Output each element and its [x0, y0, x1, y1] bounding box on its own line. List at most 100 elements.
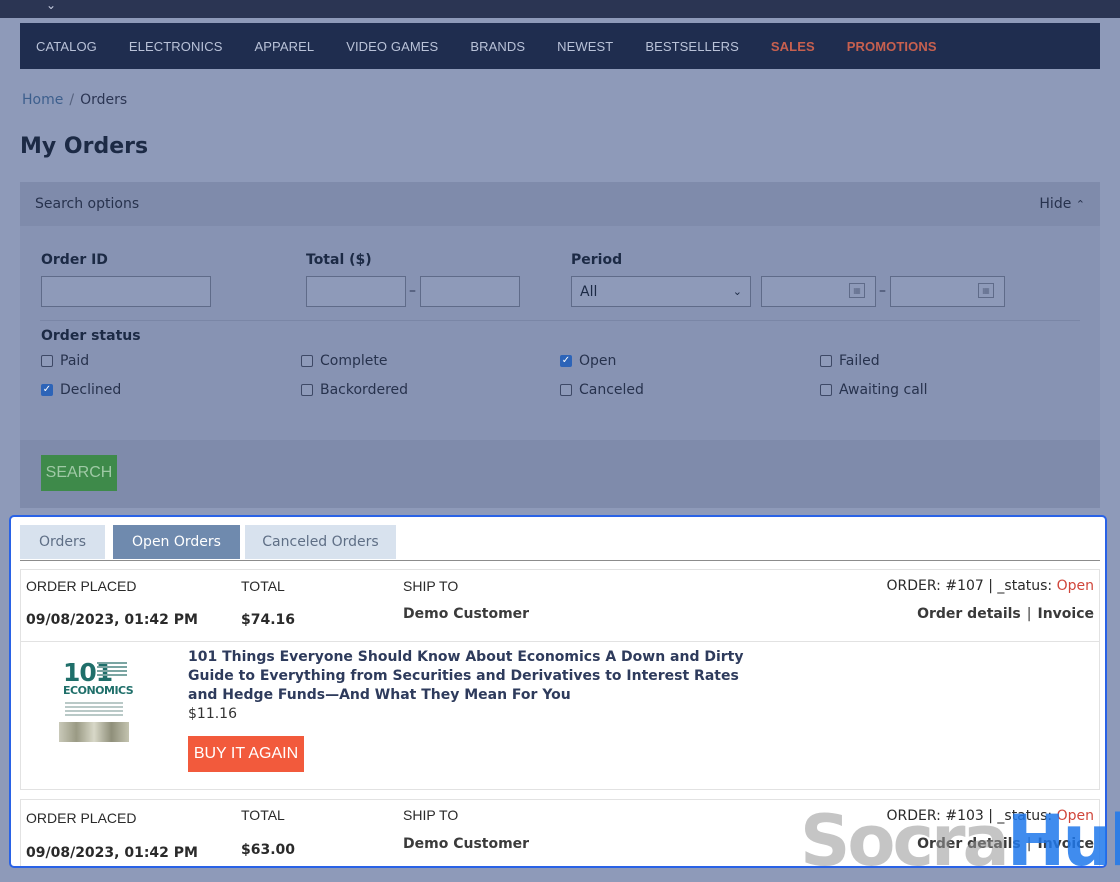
- status-canceled-checkbox[interactable]: Canceled: [560, 382, 644, 398]
- tab-canceled-orders[interactable]: Canceled Orders: [245, 525, 396, 559]
- nav-bestsellers[interactable]: BESTSELLERS: [645, 39, 739, 54]
- chevron-up-icon: ⌃: [1075, 198, 1085, 211]
- watermark-part-1: Socra: [800, 800, 1010, 882]
- chevron-down-icon: ⌄: [732, 285, 742, 298]
- order-total-label: TOTAL: [241, 807, 285, 823]
- period-selected-value: All: [580, 283, 598, 300]
- buy-it-again-button[interactable]: BUY IT AGAIN: [188, 736, 304, 772]
- checkbox-box[interactable]: [301, 384, 313, 396]
- status-badge: Open: [1056, 578, 1094, 594]
- ship-to-label: SHIP TO: [403, 807, 459, 823]
- order-id-input[interactable]: [41, 276, 211, 307]
- cover-word: ECONOMICS: [63, 684, 134, 697]
- order-card: ORDER PLACED 09/08/2023, 01:42 PM TOTAL …: [20, 569, 1100, 790]
- ship-to-value: Demo Customer: [403, 836, 530, 852]
- main-nav: CATALOG ELECTRONICS APPAREL VIDEO GAMES …: [20, 23, 1100, 69]
- status-open-label: Open: [579, 353, 617, 369]
- order-header: ORDER PLACED 09/08/2023, 01:42 PM TOTAL …: [21, 570, 1099, 641]
- order-placed-date: 09/08/2023, 01:42 PM: [26, 612, 198, 628]
- period-label: Period: [571, 252, 623, 268]
- cover-money-art: [59, 722, 129, 742]
- nav-apparel[interactable]: APPAREL: [254, 39, 314, 54]
- search-button[interactable]: SEARCH: [41, 455, 117, 491]
- checkbox-box[interactable]: [301, 355, 313, 367]
- breadcrumb: Home / Orders: [22, 92, 127, 108]
- total-range-dash: –: [409, 283, 416, 299]
- status-paid-checkbox[interactable]: Paid: [41, 353, 89, 369]
- status-complete-checkbox[interactable]: Complete: [301, 353, 387, 369]
- search-options-title: Search options: [35, 196, 140, 212]
- search-footer: SEARCH: [20, 440, 1100, 508]
- order-details-link[interactable]: Order details: [917, 606, 1021, 622]
- calendar-icon[interactable]: ▦: [849, 283, 865, 298]
- checkbox-box[interactable]: [560, 384, 572, 396]
- search-options-panel: Search options Hide ⌃ Order ID Total ($)…: [20, 182, 1100, 508]
- top-bar: ⌄: [0, 0, 1120, 18]
- checkbox-box[interactable]: [41, 355, 53, 367]
- calendar-icon[interactable]: ▦: [978, 283, 994, 298]
- divider: [40, 320, 1080, 321]
- total-max-input[interactable]: [420, 276, 520, 307]
- order-status-label: Order status: [41, 328, 141, 344]
- total-label: Total ($): [306, 252, 372, 268]
- status-complete-label: Complete: [320, 353, 388, 369]
- checkbox-box[interactable]: [820, 355, 832, 367]
- order-tabs: Orders Open Orders Canceled Orders: [20, 525, 1100, 561]
- status-declined-label: Declined: [60, 382, 122, 398]
- period-select[interactable]: All ⌄: [571, 276, 751, 307]
- nav-electronics[interactable]: ELECTRONICS: [129, 39, 223, 54]
- order-item: 101 ECONOMICS 101 Things Everyone Should…: [21, 641, 1099, 789]
- product-price: $11.16: [188, 706, 237, 722]
- period-range-dash: –: [879, 283, 886, 299]
- order-links: Order details | Invoice: [917, 606, 1094, 622]
- order-total-value: $74.16: [241, 612, 296, 628]
- nav-brands[interactable]: BRANDS: [470, 39, 525, 54]
- status-declined-checkbox[interactable]: ✓ Declined: [41, 382, 121, 398]
- status-open-checkbox[interactable]: ✓ Open: [560, 353, 616, 369]
- order-number: ORDER: #107 | _status:: [886, 578, 1057, 594]
- status-backordered-checkbox[interactable]: Backordered: [301, 382, 408, 398]
- total-min-input[interactable]: [306, 276, 406, 307]
- order-placed-label: ORDER PLACED: [26, 578, 137, 594]
- order-total-label: TOTAL: [241, 578, 285, 594]
- order-total-value: $63.00: [241, 842, 296, 858]
- order-placed-date: 09/08/2023, 01:42 PM: [26, 845, 198, 861]
- status-canceled-label: Canceled: [579, 382, 644, 398]
- checkbox-checked[interactable]: ✓: [41, 384, 53, 396]
- tab-orders[interactable]: Orders: [20, 525, 105, 559]
- nav-sales[interactable]: SALES: [771, 39, 815, 54]
- breadcrumb-current: Orders: [80, 92, 128, 108]
- checkbox-checked[interactable]: ✓: [560, 355, 572, 367]
- cover-text-lines: [65, 700, 123, 718]
- status-failed-label: Failed: [839, 353, 880, 369]
- cover-subtitle-lines: [97, 660, 127, 684]
- order-placed-label: ORDER PLACED: [26, 810, 137, 826]
- breadcrumb-home[interactable]: Home: [22, 92, 63, 108]
- tab-open-orders[interactable]: Open Orders: [113, 525, 240, 559]
- hide-toggle[interactable]: Hide ⌃: [1039, 196, 1085, 212]
- status-failed-checkbox[interactable]: Failed: [820, 353, 880, 369]
- breadcrumb-separator: /: [69, 92, 75, 108]
- ship-to-label: SHIP TO: [403, 578, 459, 594]
- page-title: My Orders: [20, 134, 149, 159]
- nav-promotions[interactable]: PROMOTIONS: [847, 39, 937, 54]
- status-awaiting-call-checkbox[interactable]: Awaiting call: [820, 382, 928, 398]
- nav-newest[interactable]: NEWEST: [557, 39, 613, 54]
- nav-video-games[interactable]: VIDEO GAMES: [346, 39, 438, 54]
- invoice-link[interactable]: Invoice: [1037, 606, 1094, 622]
- watermark-part-2: Hub: [1006, 800, 1120, 882]
- nav-catalog[interactable]: CATALOG: [36, 39, 97, 54]
- checkbox-box[interactable]: [820, 384, 832, 396]
- search-options-header: Search options Hide ⌃: [20, 182, 1100, 226]
- status-awaiting-call-label: Awaiting call: [839, 382, 928, 398]
- product-title-link[interactable]: 101 Things Everyone Should Know About Ec…: [188, 648, 768, 705]
- status-backordered-label: Backordered: [320, 382, 409, 398]
- order-id-label: Order ID: [41, 252, 108, 268]
- hide-label: Hide: [1039, 196, 1072, 212]
- status-paid-label: Paid: [60, 353, 90, 369]
- product-image[interactable]: 101 ECONOMICS: [59, 658, 134, 742]
- chevron-down-icon[interactable]: ⌄: [46, 0, 56, 12]
- order-number-status: ORDER: #107 | _status: Open: [887, 578, 1095, 594]
- socrahub-watermark-logo: SocraHub: [800, 806, 1120, 876]
- ship-to-value: Demo Customer: [403, 606, 530, 622]
